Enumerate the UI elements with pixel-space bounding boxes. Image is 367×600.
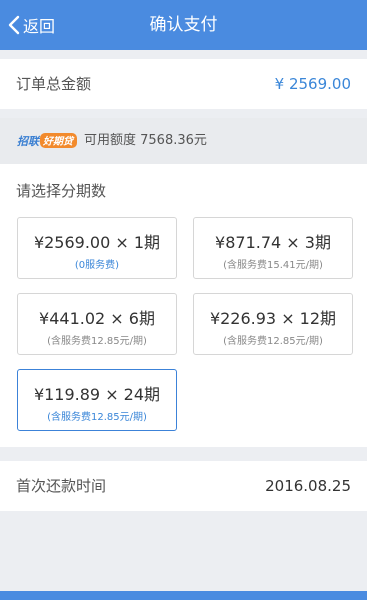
installment-panel: 请选择分期数 ¥2569.00 × 1期 (0服务费) ¥871.74 × 3期… — [0, 164, 367, 447]
installment-option-3[interactable]: ¥871.74 × 3期 (含服务费15.41元/期) — [193, 217, 353, 279]
option-amount: ¥441.02 × 6期 — [39, 309, 155, 328]
available-credit: 可用额度 7568.36元 — [84, 133, 207, 148]
option-amount: ¥119.89 × 24期 — [33, 385, 161, 404]
credit-info-bar: 招联 好期贷 可用额度 7568.36元 — [0, 118, 367, 164]
option-fee: (0服务费) — [74, 260, 120, 271]
option-fee: (含服务费12.85元/期) — [47, 412, 147, 423]
installment-option-1[interactable]: ¥2569.00 × 1期 (0服务费) — [17, 217, 177, 279]
installment-option-6[interactable]: ¥441.02 × 6期 (含服务费12.85元/期) — [17, 293, 177, 355]
option-fee: (含服务费15.41元/期) — [223, 260, 323, 271]
page-title: 确认支付 — [149, 15, 218, 35]
nav-bar: 返回 确认支付 — [0, 0, 367, 50]
order-total-row: 订单总金额 ¥ 2569.00 — [0, 59, 367, 109]
bottom-bar — [0, 591, 367, 600]
option-fee: (含服务费12.85元/期) — [47, 336, 147, 347]
order-total-amount: ¥ 2569.00 — [274, 75, 351, 93]
option-amount: ¥871.74 × 3期 — [215, 233, 331, 252]
option-fee: (含服务费12.85元/期) — [223, 336, 323, 347]
option-amount: ¥2569.00 × 1期 — [33, 233, 161, 252]
svg-text:招联: 招联 — [17, 135, 41, 148]
installment-title: 请选择分期数 — [16, 182, 107, 200]
first-repayment-row: 首次还款时间 2016.08.25 — [0, 461, 367, 511]
zhaolian-logo: 招联 好期贷 — [17, 133, 77, 148]
installment-option-24[interactable]: ¥119.89 × 24期 (含服务费12.85元/期) — [17, 369, 177, 431]
svg-text:好期贷: 好期贷 — [42, 136, 75, 148]
installment-option-12[interactable]: ¥226.93 × 12期 (含服务费12.85元/期) — [193, 293, 353, 355]
first-repayment-label: 首次还款时间 — [16, 477, 107, 495]
option-amount: ¥226.93 × 12期 — [209, 309, 337, 328]
order-total-label: 订单总金额 — [16, 75, 92, 93]
first-repayment-date: 2016.08.25 — [265, 477, 351, 495]
